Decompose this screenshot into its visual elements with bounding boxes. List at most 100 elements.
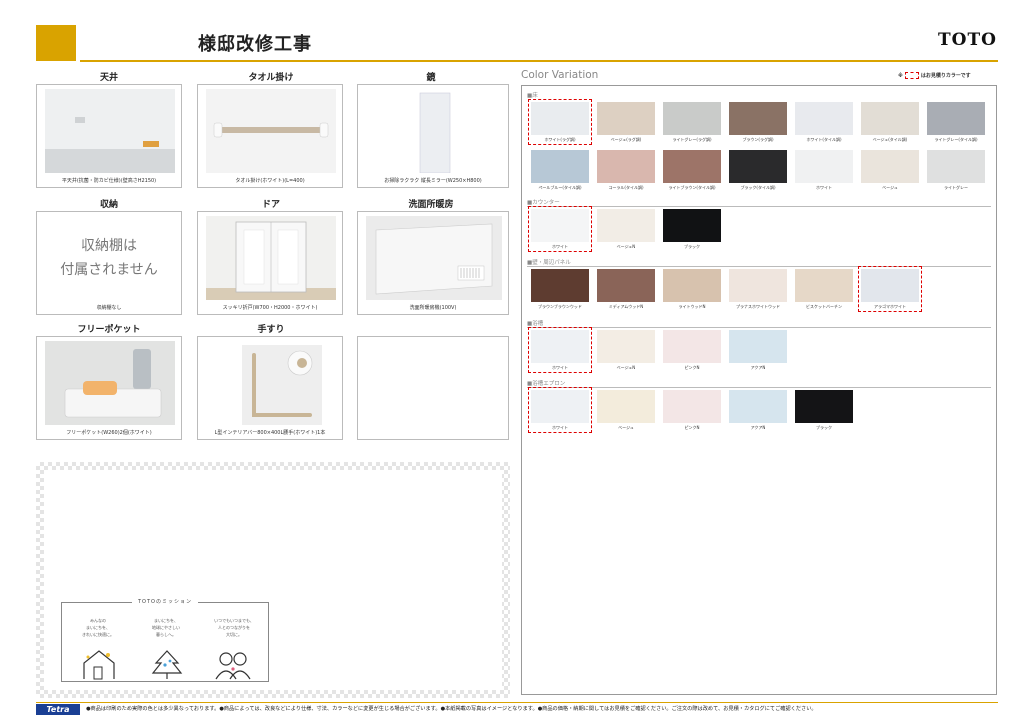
- color-swatch: ベージュ: [859, 148, 921, 192]
- color-swatch: ブラック: [661, 207, 723, 251]
- ceiling-image: [45, 89, 175, 173]
- towel-bar-image: [206, 89, 336, 173]
- color-chip: [927, 102, 985, 135]
- header-accent-square: [36, 25, 76, 61]
- color-chip: [729, 150, 787, 183]
- color-swatch: ホワイト(ラグ調): [528, 99, 592, 145]
- color-swatch-name: プラナスホワイトウッド: [736, 304, 780, 309]
- color-swatch-name: ビスケットバーチン: [806, 304, 842, 309]
- color-swatch: ライトグレー(タイル調): [925, 100, 987, 144]
- color-swatch-name: ブラック: [816, 425, 832, 430]
- color-swatch-name: ペールブルー(タイル調): [538, 185, 582, 190]
- equipment-label-ceiling: 天井: [99, 73, 118, 83]
- equipment-label-heater: 洗面所暖房: [408, 200, 454, 210]
- equipment-label-towel-bar: タオル掛け: [248, 73, 294, 83]
- color-swatch-name: ホワイト: [552, 244, 568, 249]
- color-swatch: ベージュN: [595, 207, 657, 251]
- color-variation-note: ※ はお見積りカラーです: [898, 72, 971, 79]
- color-swatch: ブラック(タイル調): [727, 148, 789, 192]
- color-chip: [663, 209, 721, 242]
- color-chip: [795, 390, 853, 423]
- equipment-label-handrail: 手すり: [257, 325, 285, 335]
- selected-legend-box: [904, 72, 919, 79]
- color-swatch: コーラル(タイル調): [595, 148, 657, 192]
- color-swatch-name: ベージュ: [618, 425, 634, 430]
- color-chip: [531, 102, 589, 135]
- equipment-card-empty: [357, 336, 509, 440]
- equipment-card-towel-bar: タオル掛け(ホワイト)(L=400): [197, 84, 343, 188]
- header-rule: [80, 60, 998, 62]
- equipment-caption: フリーポケット(W260)2個(ホワイト): [66, 430, 152, 436]
- page-title: 様邸改修工事: [198, 34, 312, 55]
- color-swatch: ピンクN: [661, 328, 723, 372]
- color-chip: [861, 150, 919, 183]
- color-swatch-name: アクアN: [750, 365, 766, 370]
- handrail-image: [242, 345, 322, 425]
- color-swatch-name: ブラウンブラウンウッド: [538, 304, 582, 309]
- color-chip: [597, 102, 655, 135]
- color-swatch: ライトグレー: [925, 148, 987, 192]
- color-section-label: ■床: [527, 93, 538, 99]
- color-chip: [663, 150, 721, 183]
- mission-text-1: みんなの まいにちを、 きれいに快適に。: [82, 618, 114, 637]
- equipment-label-mirror: 鏡: [426, 73, 436, 83]
- color-chip: [663, 330, 721, 363]
- color-chip: [531, 390, 589, 423]
- color-swatch: ブラウン(ラグ調): [727, 100, 789, 144]
- color-swatch-name: ホワイト(ラグ調): [544, 137, 576, 142]
- color-swatch: ホワイト: [793, 148, 855, 192]
- color-swatch-name: ライトウッドN: [678, 304, 706, 309]
- color-swatch: ライトウッドN: [661, 267, 723, 311]
- color-chip: [861, 102, 919, 135]
- mission-text-2: まいにちを、 地球にやさしい 暮らしへ。: [152, 618, 180, 637]
- color-section-label: ■浴槽エプロン: [527, 381, 566, 387]
- color-chip: [729, 269, 787, 302]
- color-swatch: ホワイト: [528, 387, 592, 433]
- equipment-card-door: スッキリ折戸(W700・H2000・ホワイト): [197, 211, 343, 315]
- color-swatch: ビスケットバーチン: [793, 267, 855, 311]
- color-chip: [531, 209, 589, 242]
- color-chip: [597, 150, 655, 183]
- color-swatch-name: ベージュN: [616, 244, 636, 249]
- equipment-caption: タオル掛け(ホワイト)(L=400): [235, 178, 305, 184]
- brand-logo: TOTO: [938, 30, 997, 50]
- color-swatch-name: コーラル(タイル調): [608, 185, 644, 190]
- color-swatch-name: ベージュ: [882, 185, 898, 190]
- footer-logo: Tetra: [36, 704, 80, 715]
- mirror-image: [366, 89, 502, 173]
- color-chip: [663, 390, 721, 423]
- color-swatch-name: ミディアムウッドN: [608, 304, 644, 309]
- people-icon: [215, 652, 251, 680]
- equipment-label-free-pocket: フリーポケット: [77, 325, 141, 335]
- heater-image: [366, 216, 502, 300]
- color-swatch: ベージュN: [595, 328, 657, 372]
- door-image: [206, 216, 336, 300]
- color-swatch: アラゴマホワイト: [858, 266, 922, 312]
- equipment-card-heater: 洗面所暖房機(100V): [357, 211, 509, 315]
- color-chip: [795, 150, 853, 183]
- free-pocket-image: [45, 341, 175, 425]
- color-chip: [927, 150, 985, 183]
- equipment-card-mirror: お掃除ラクラク 縦長ミラー(W250×H800): [357, 84, 509, 188]
- equipment-caption: 洗面所暖房機(100V): [409, 305, 457, 311]
- color-swatch-name: ホワイト(タイル調): [806, 137, 842, 142]
- color-swatch-name: ライトブラウン(タイル調): [668, 185, 716, 190]
- color-swatch: ホワイト: [528, 327, 592, 373]
- color-swatch: ペールブルー(タイル調): [529, 148, 591, 192]
- color-swatch-name: ホワイト: [552, 425, 568, 430]
- color-swatch-name: ライトグレー: [944, 185, 968, 190]
- color-swatch: ベージュ: [595, 388, 657, 432]
- equipment-card-ceiling: 平天井(抗菌・防カビ仕様)(壁高さH2150): [36, 84, 182, 188]
- color-chip: [597, 390, 655, 423]
- color-swatch-name: ライトグレー(タイル調): [934, 137, 978, 142]
- color-swatch-name: ベージュ(タイル調): [872, 137, 908, 142]
- color-chip: [861, 269, 919, 302]
- color-section-label: ■壁・周辺パネル: [527, 260, 571, 266]
- color-swatch-name: ホワイト: [816, 185, 832, 190]
- color-chip: [795, 102, 853, 135]
- color-swatch: ブラック: [793, 388, 855, 432]
- equipment-label-storage: 収納: [99, 200, 118, 210]
- equipment-caption: 平天井(抗菌・防カビ仕様)(壁高さH2150): [61, 178, 157, 184]
- color-chip: [729, 102, 787, 135]
- mission-box: TOTOのミッション みんなの まいにちを、 きれいに快適に。 まいにちを、 地…: [61, 599, 269, 682]
